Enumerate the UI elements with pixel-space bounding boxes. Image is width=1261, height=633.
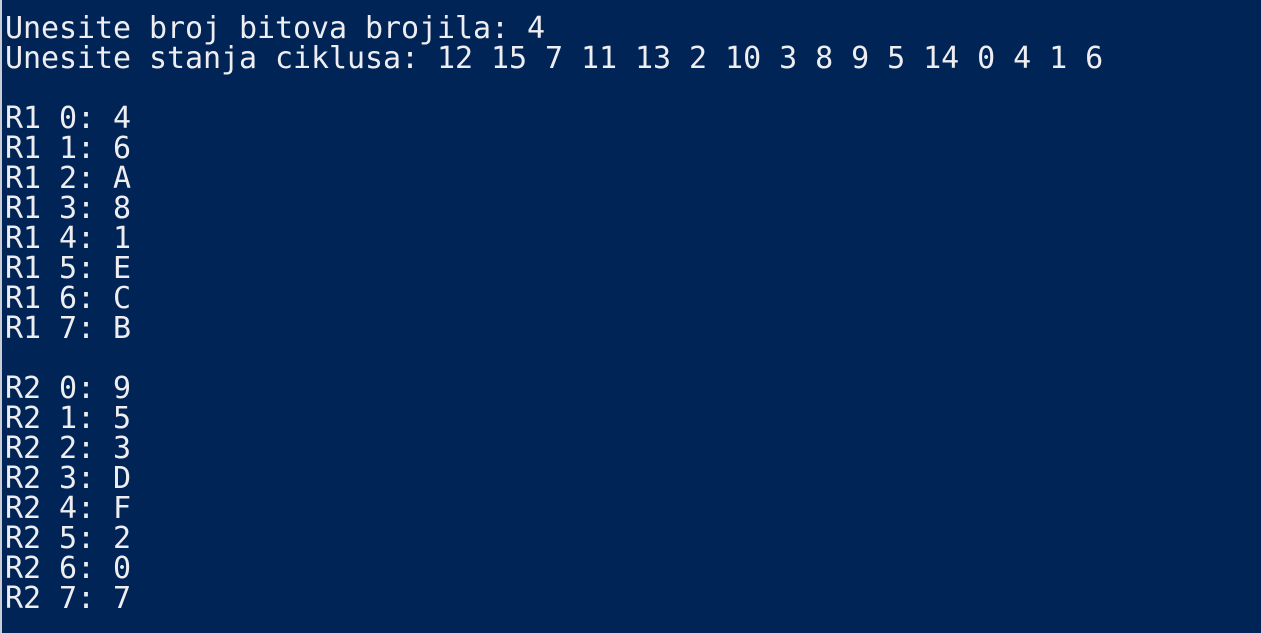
r2-line: R2 6: 0	[5, 551, 132, 586]
r1-line: R1 2: A	[5, 161, 132, 196]
r2-line: R2 0: 9	[5, 371, 132, 406]
window-left-border	[0, 0, 2, 633]
r1-line: R1 7: B	[5, 311, 132, 346]
r2-line: R2 3: D	[5, 461, 132, 496]
prompt-states-line: Unesite stanja ciklusa: 12 15 7 11 13 2 …	[5, 41, 1104, 76]
r2-line: R2 5: 2	[5, 521, 132, 556]
r1-line: R1 0: 4	[5, 101, 132, 136]
r1-line: R1 4: 1	[5, 221, 132, 256]
r1-line: R1 6: C	[5, 281, 132, 316]
r2-line: R2 2: 3	[5, 431, 132, 466]
r2-output: R2 0: 9 R2 1: 5 R2 2: 3 R2 3: D R2 4: F R2 5:…	[5, 374, 1103, 614]
r1-output: R1 0: 4 R1 1: 6 R1 2: A R1 3: 8 R1 4: 1 R1 5:…	[5, 104, 1103, 344]
r2-line: R2 4: F	[5, 491, 132, 526]
r1-line: R1 1: 6	[5, 131, 132, 166]
r1-line: R1 3: 8	[5, 191, 132, 226]
prompt-bits-line: Unesite broj bitova brojila: 4	[5, 11, 546, 46]
console-output[interactable]: Unesite broj bitova brojila: 4 Unesite st…	[5, 14, 1103, 614]
r2-line: R2 7: 7	[5, 581, 132, 616]
r2-line: R2 1: 5	[5, 401, 132, 436]
r1-line: R1 5: E	[5, 251, 132, 286]
